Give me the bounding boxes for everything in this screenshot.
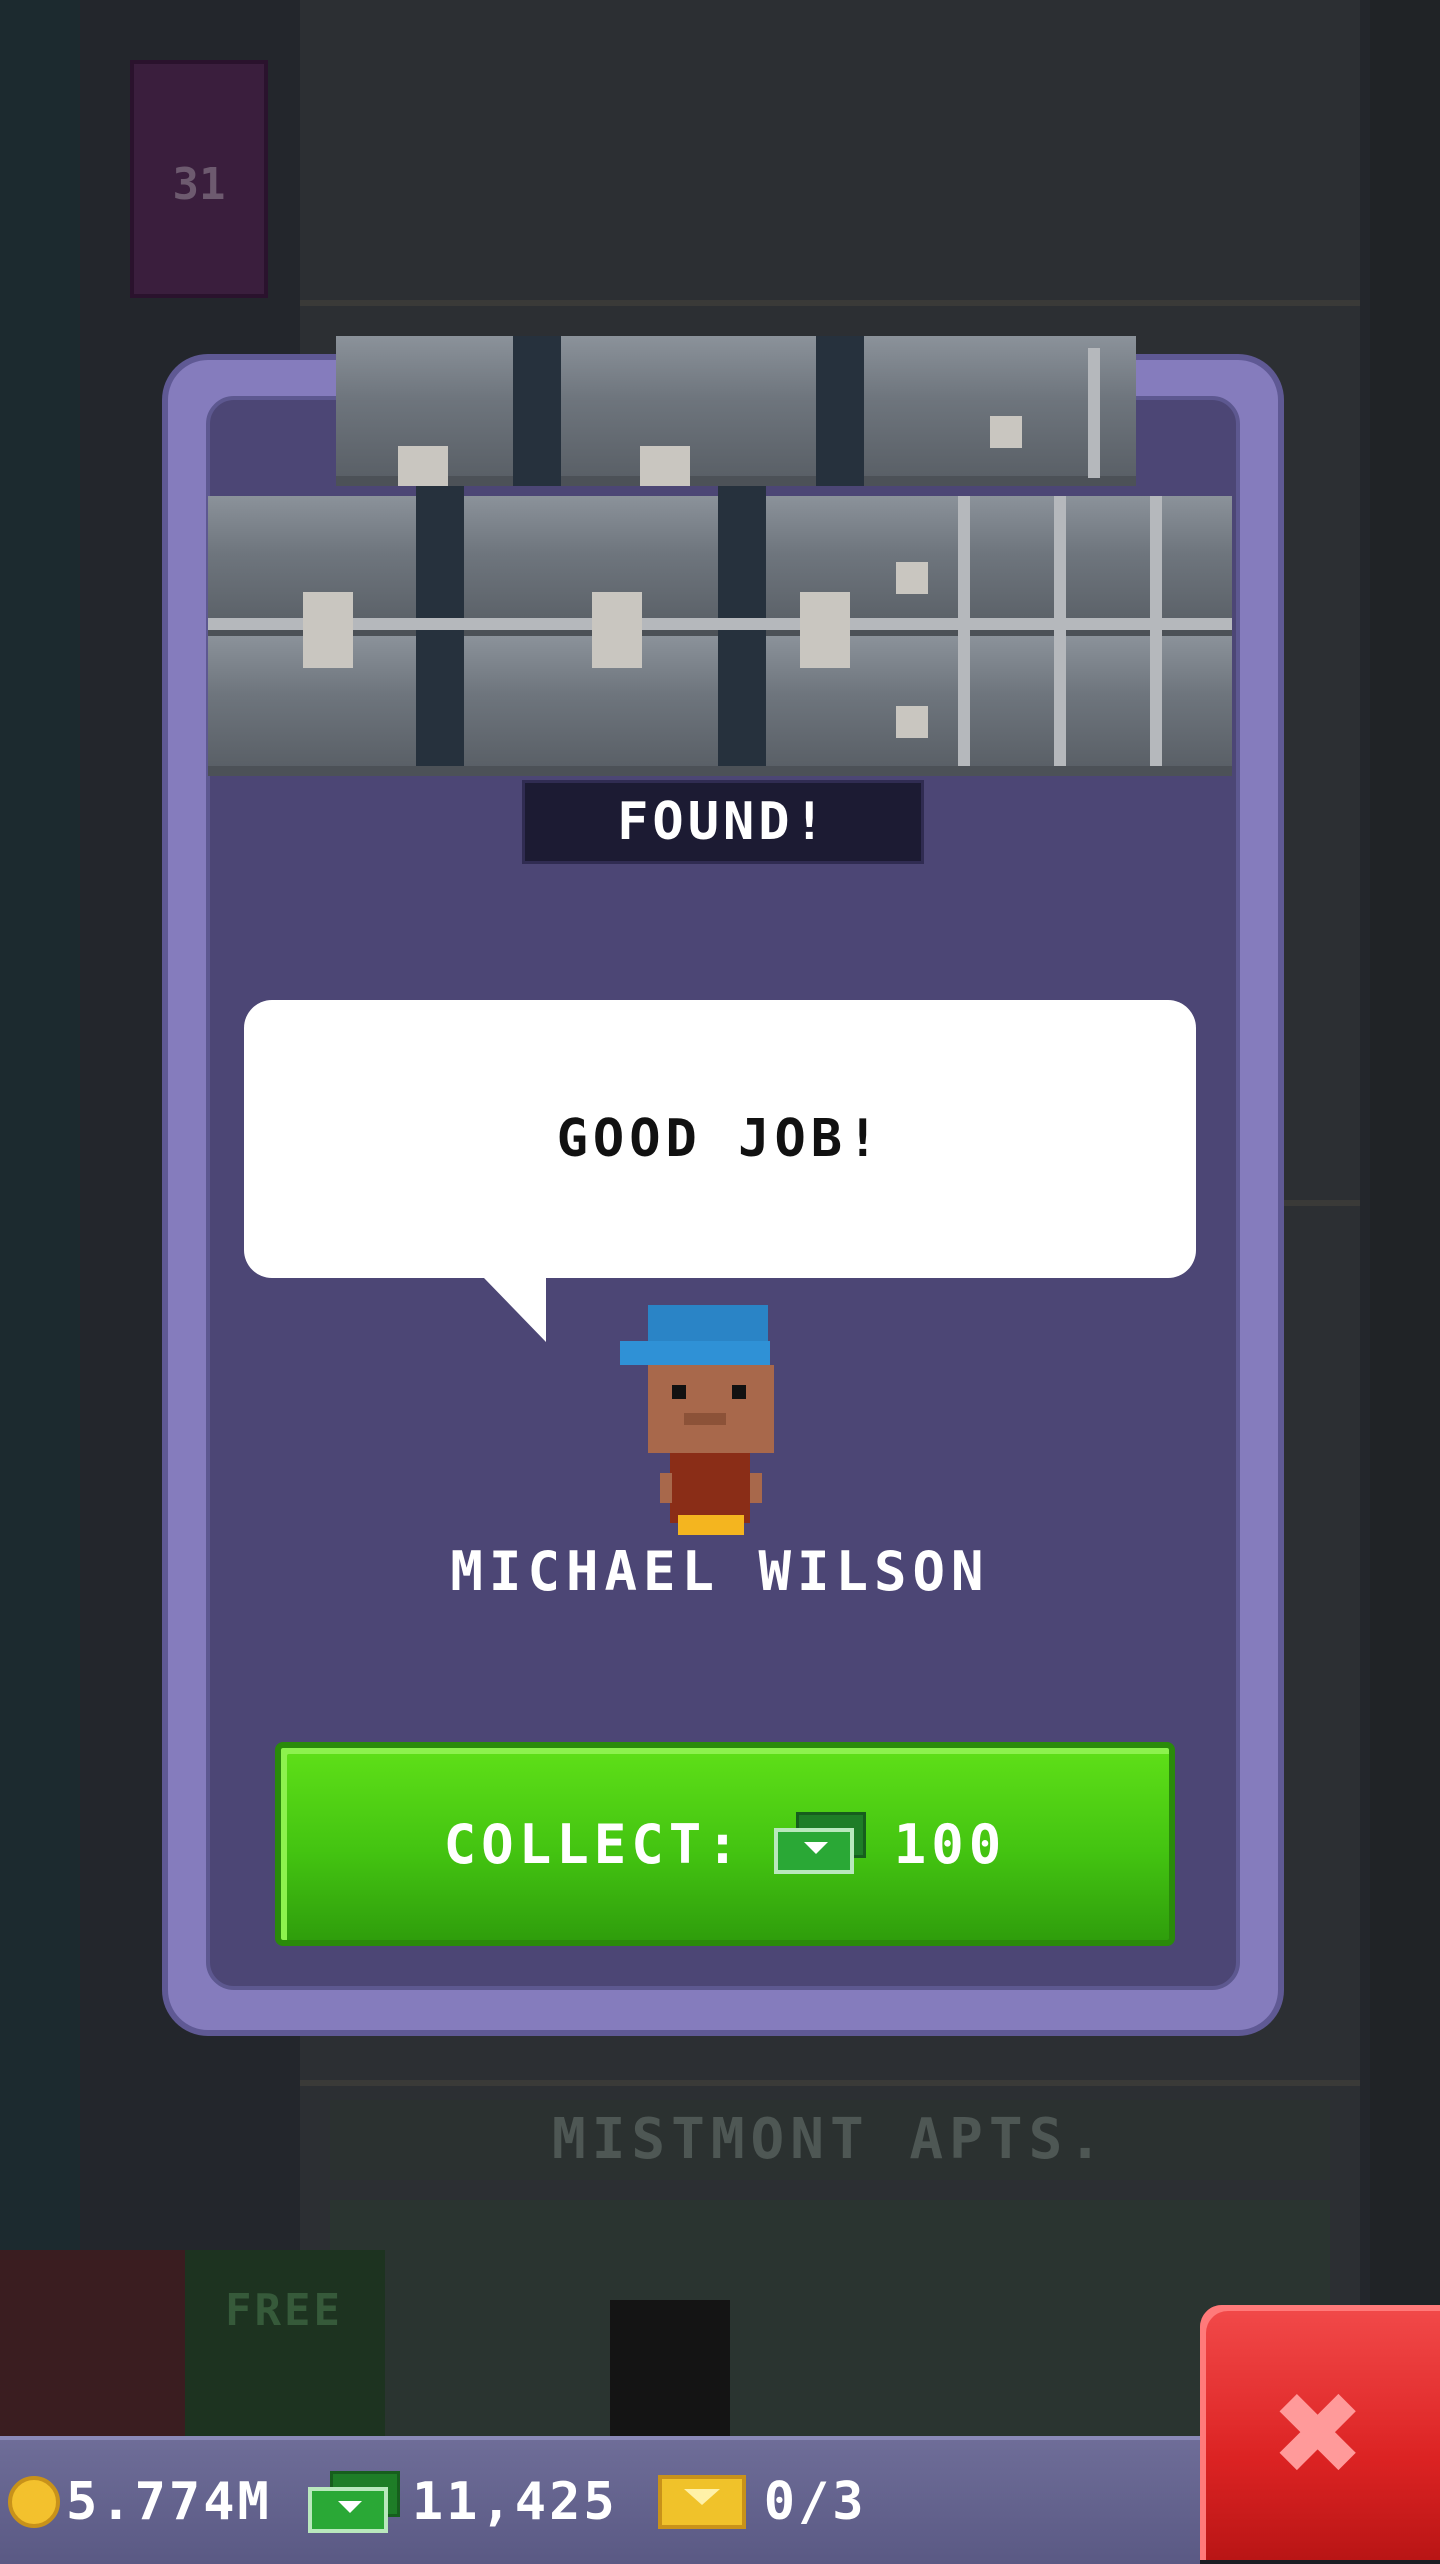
locker-strap (816, 336, 864, 486)
character-hand (660, 1473, 672, 1503)
tower-bux-icon (773, 1812, 866, 1876)
speech-bubble: GOOD JOB! (244, 1000, 1196, 1278)
collect-amount: 100 (893, 1812, 1007, 1876)
locker-bracket (1054, 496, 1066, 766)
character-mouth (684, 1413, 726, 1425)
character-hand (750, 1473, 762, 1503)
character-eye (672, 1385, 686, 1399)
elevator-arrows-button (0, 2250, 185, 2440)
floor-divider (300, 2080, 1360, 2086)
bux-stat[interactable]: 11,425 (272, 2471, 618, 2533)
building-sign: MISTMONT APTS. (330, 2100, 1330, 2180)
collect-button[interactable]: COLLECT: 100 (275, 1742, 1175, 1946)
coins-value: 5.774M (66, 2472, 272, 2532)
speech-text: GOOD JOB! (556, 1109, 884, 1169)
locker-bolt (303, 592, 353, 668)
elevator-car: 31 (130, 60, 268, 298)
free-label: FREE (225, 2285, 343, 2336)
locker-bolt (592, 592, 642, 668)
apartment-door (610, 2300, 730, 2440)
character-avatar (620, 1305, 780, 1535)
coins-stat[interactable]: 5.774M (0, 2472, 272, 2532)
background-left-column (0, 0, 80, 2560)
locker-rivet (896, 706, 928, 738)
character-shoes (678, 1515, 744, 1535)
apartment-room (330, 2200, 1330, 2440)
close-button[interactable]: ✖ (1200, 2305, 1440, 2560)
locker-bolt (640, 446, 690, 486)
cap-brim (620, 1341, 770, 1365)
tickets-stat[interactable]: 0/3 (618, 2472, 867, 2532)
found-banner: FOUND! (522, 780, 924, 864)
tower-bux-icon (307, 2471, 400, 2533)
coin-icon (8, 2476, 60, 2528)
locker-bracket (1088, 348, 1100, 478)
character-name: MICHAEL WILSON (450, 1540, 990, 1603)
speech-bubble-tail (484, 1278, 546, 1342)
background-right-column (1370, 0, 1440, 2560)
locker-rivet (990, 416, 1022, 448)
tickets-value: 0/3 (763, 2472, 867, 2532)
close-icon: ✖ (1274, 2345, 1366, 2520)
character-face (648, 1365, 774, 1453)
locker-strap (513, 336, 561, 486)
floor-divider (300, 300, 1360, 306)
locker-bolt (800, 592, 850, 668)
free-bux-button: FREE (185, 2250, 385, 2440)
character-shirt (670, 1453, 750, 1523)
vault-locker-illustration (208, 336, 1232, 776)
character-eye (732, 1385, 746, 1399)
locker-drawer-top (336, 336, 1136, 486)
locker-rail (208, 618, 1232, 630)
cap-crown (648, 1305, 768, 1341)
golden-ticket-icon (657, 2475, 746, 2529)
locker-bolt (398, 446, 448, 486)
bux-value: 11,425 (411, 2472, 618, 2532)
locker-bracket (1150, 496, 1162, 766)
locker-rivet (896, 562, 928, 594)
collect-label: COLLECT: (443, 1812, 744, 1876)
elevator-floor-number: 31 (172, 159, 226, 210)
currency-status-bar: 5.774M 11,425 0/3 (0, 2436, 1200, 2564)
locker-bracket (958, 496, 970, 766)
